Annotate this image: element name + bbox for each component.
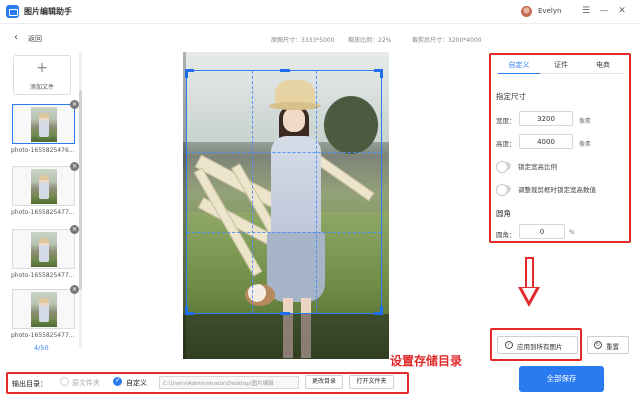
remove-file-icon[interactable]: ✕ <box>70 225 79 234</box>
change-dir-button[interactable]: 更改目录 <box>305 375 343 389</box>
save-all-button[interactable]: 全部保存 <box>519 366 604 392</box>
scale-text: 缩放比例：22% <box>348 37 392 44</box>
file-name: photo-1655825476... <box>11 147 75 154</box>
file-thumbnail-1[interactable]: ✕ <box>12 100 79 144</box>
page-count: 4/50 <box>34 344 49 352</box>
crop-handle-top-left[interactable] <box>185 69 194 78</box>
remove-file-icon[interactable]: ✕ <box>70 100 79 109</box>
file-name: photo-1655825477... <box>11 332 75 339</box>
add-file-label: 添加文件 <box>29 84 54 91</box>
crop-handle-bottom-left[interactable] <box>185 306 194 315</box>
open-folder-button[interactable]: 打开文件夹 <box>349 375 394 389</box>
apply-all-label: 应用到所有图片 <box>517 344 563 351</box>
corner-radius-input[interactable] <box>519 224 565 239</box>
apply-all-button[interactable]: ✓ 应用到所有图片 <box>497 336 578 354</box>
remove-file-icon[interactable]: ✕ <box>70 162 79 171</box>
file-name: photo-1655825477... <box>11 209 75 216</box>
file-thumbnail-3[interactable]: ✕ <box>12 225 79 269</box>
radio-custom-folder[interactable] <box>113 376 122 386</box>
crop-frame[interactable] <box>185 69 383 315</box>
output-path-input[interactable] <box>159 376 299 389</box>
original-folder-label[interactable]: 原文件夹 <box>72 378 100 388</box>
reset-button[interactable]: ↻ 重置 <box>587 336 629 354</box>
width-label: 宽度： <box>496 117 516 125</box>
plus-icon: + <box>36 60 48 76</box>
file-list-scroll-thumb[interactable] <box>79 90 82 290</box>
apply-icon: ✓ <box>505 341 513 349</box>
back-chevron-icon[interactable]: ‹ <box>14 32 18 43</box>
height-label: 高度： <box>496 140 516 148</box>
corner-label: 圆角： <box>496 231 516 239</box>
corner-section-title: 圆角 <box>496 209 511 218</box>
crop-handle-top-right[interactable] <box>374 69 383 78</box>
thumbnail-image <box>31 107 57 142</box>
reset-label: 重置 <box>606 344 619 351</box>
cropped-size-text: 裁剪后尺寸：3200*4000 <box>412 37 482 44</box>
close-icon[interactable]: ✕ <box>616 5 628 17</box>
width-input[interactable] <box>519 111 573 126</box>
app-logo-icon <box>6 5 19 18</box>
tab-id-photo[interactable]: 证件 <box>540 58 582 74</box>
settings-tabs: 自定义 证件 电商 <box>496 58 624 74</box>
radio-original-folder[interactable] <box>60 377 69 386</box>
lock-ratio-label: 锁定宽高比例 <box>518 163 557 171</box>
add-file-button[interactable]: + 添加文件 <box>13 55 71 95</box>
file-list-panel: + 添加文件 ✕ photo-1655825476... ✕ photo-165… <box>0 52 82 352</box>
username[interactable]: Evelyn <box>538 7 561 15</box>
menu-icon[interactable]: ☰ <box>580 5 592 17</box>
lock-value-toggle[interactable] <box>496 184 511 196</box>
annotation-text: 设置存储目录 <box>390 354 463 368</box>
file-thumbnail-2[interactable]: ✕ <box>12 162 79 206</box>
annotation-arrow-shaft <box>525 257 534 289</box>
thumbnail-image <box>31 232 57 267</box>
user-avatar[interactable] <box>521 6 532 17</box>
crop-outside-mask <box>183 314 389 359</box>
corner-unit: % <box>569 229 575 236</box>
info-bar: ‹ 返回 原图尺寸：3333*5000 缩放比例：22% 裁剪后尺寸：3200*… <box>0 24 640 52</box>
lock-ratio-toggle[interactable] <box>496 161 511 173</box>
height-unit: 像素 <box>579 141 592 148</box>
crop-handle-bottom-right[interactable] <box>374 306 383 315</box>
tab-custom[interactable]: 自定义 <box>498 58 540 74</box>
output-dir-label: 输出目录： <box>12 380 47 388</box>
thumbnail-image <box>31 169 57 204</box>
app-title: 图片编辑助手 <box>24 7 72 16</box>
size-section-title: 指定尺寸 <box>496 92 526 101</box>
back-button[interactable]: 返回 <box>28 34 42 44</box>
thumbnail-image <box>31 292 57 327</box>
minimize-icon[interactable]: — <box>598 5 610 17</box>
file-name: photo-1655825477... <box>11 272 75 279</box>
original-size-text: 原图尺寸：3333*5000 <box>271 37 335 44</box>
height-input[interactable] <box>519 134 573 149</box>
crop-settings-panel: 自定义 证件 电商 指定尺寸 宽度： 像素 高度： 像素 锁定宽高比例 调整裁剪… <box>489 53 631 243</box>
reset-icon: ↻ <box>594 341 602 349</box>
crop-handle-bottom[interactable] <box>280 312 290 315</box>
width-unit: 像素 <box>579 118 592 125</box>
lock-value-label: 调整裁剪框时锁定宽高数值 <box>518 186 596 194</box>
crop-handle-top[interactable] <box>280 69 290 72</box>
custom-folder-label[interactable]: 自定义 <box>126 378 147 388</box>
file-thumbnail-4[interactable]: ✕ <box>12 285 79 329</box>
tab-ecommerce[interactable]: 电商 <box>582 58 624 74</box>
title-bar: 图片编辑助手 Evelyn ☰ — ✕ <box>0 0 640 24</box>
remove-file-icon[interactable]: ✕ <box>70 285 79 294</box>
